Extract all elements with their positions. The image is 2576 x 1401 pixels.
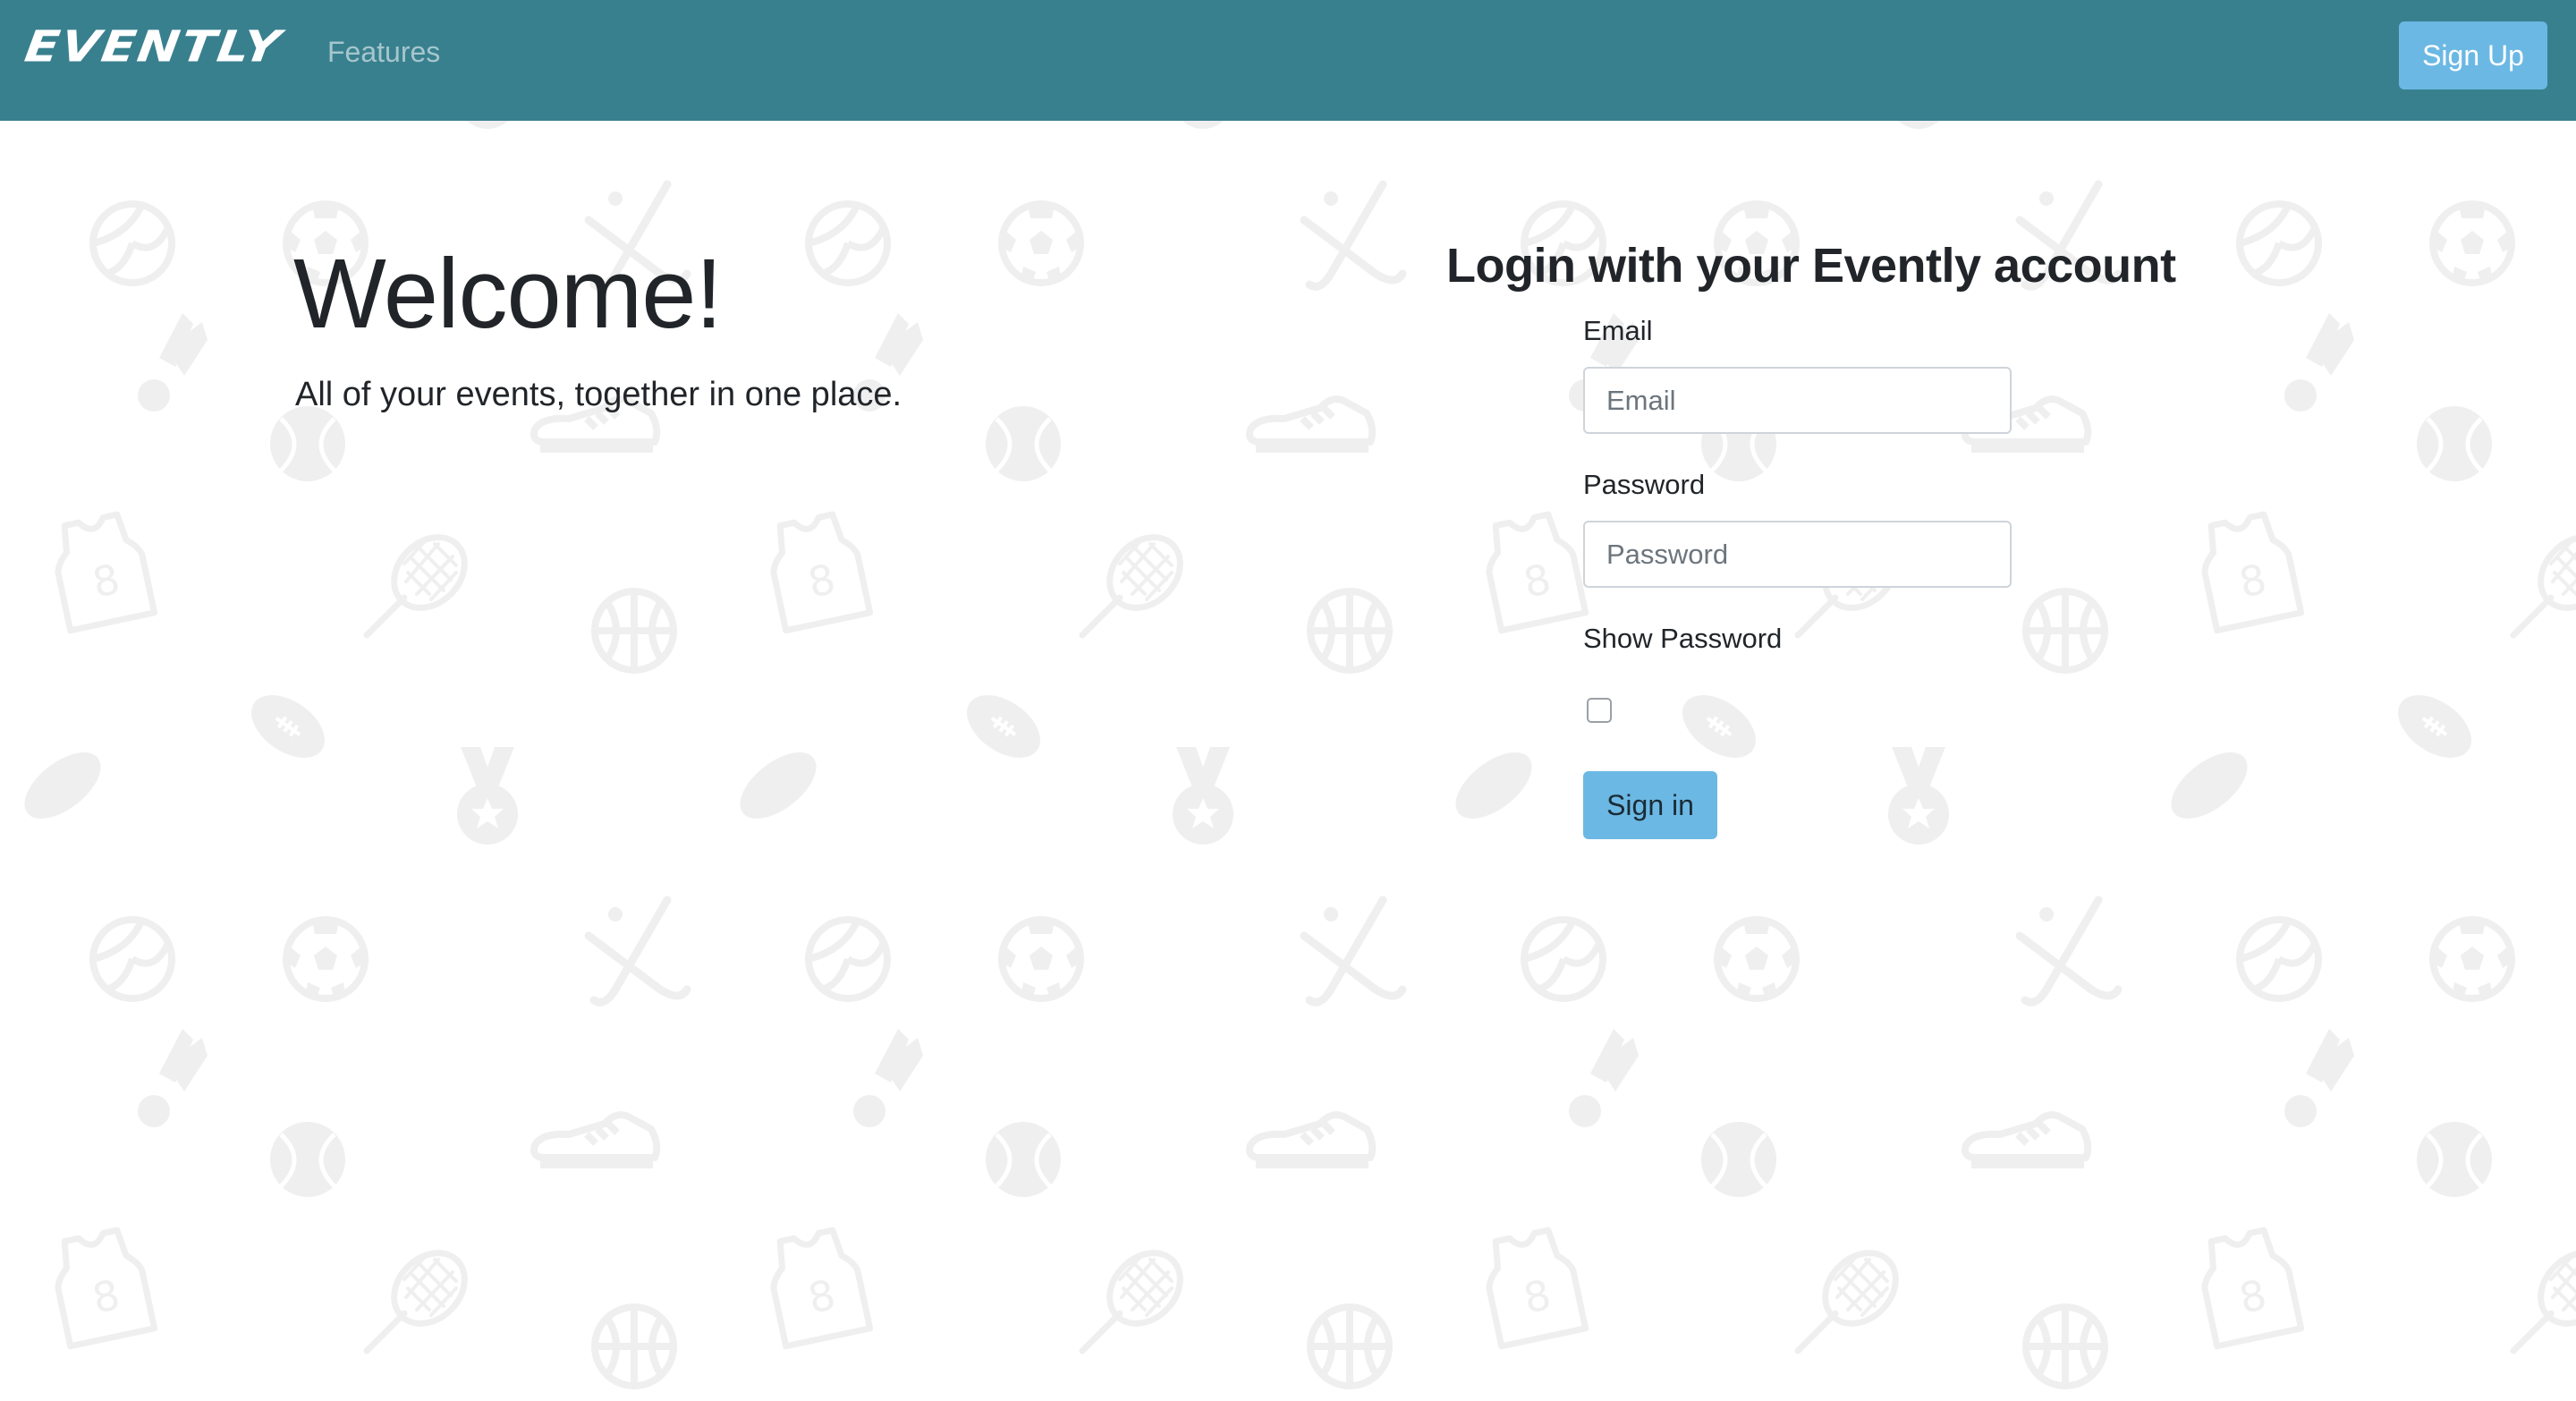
top-navbar: EVENTLY Features Sign Up — [0, 0, 2576, 121]
welcome-heading: Welcome! — [293, 239, 723, 349]
show-password-checkbox[interactable] — [1587, 698, 1612, 723]
sports-pattern-background: 8 — [0, 0, 2576, 1401]
welcome-tagline: All of your events, together in one plac… — [295, 376, 902, 413]
show-password-label: Show Password — [1583, 623, 1783, 654]
sign-in-button[interactable]: Sign in — [1583, 771, 1717, 839]
brand-logo[interactable]: EVENTLY — [21, 20, 285, 75]
password-label: Password — [1583, 469, 1706, 500]
login-heading: Login with your Evently account — [1446, 239, 2176, 293]
sign-up-button[interactable]: Sign Up — [2399, 21, 2547, 89]
email-input[interactable] — [1583, 367, 2012, 434]
password-input[interactable] — [1583, 521, 2012, 588]
brand-logo-text: EVENTLY — [21, 21, 285, 72]
nav-link-features[interactable]: Features — [327, 36, 440, 69]
email-label: Email — [1583, 315, 1653, 346]
